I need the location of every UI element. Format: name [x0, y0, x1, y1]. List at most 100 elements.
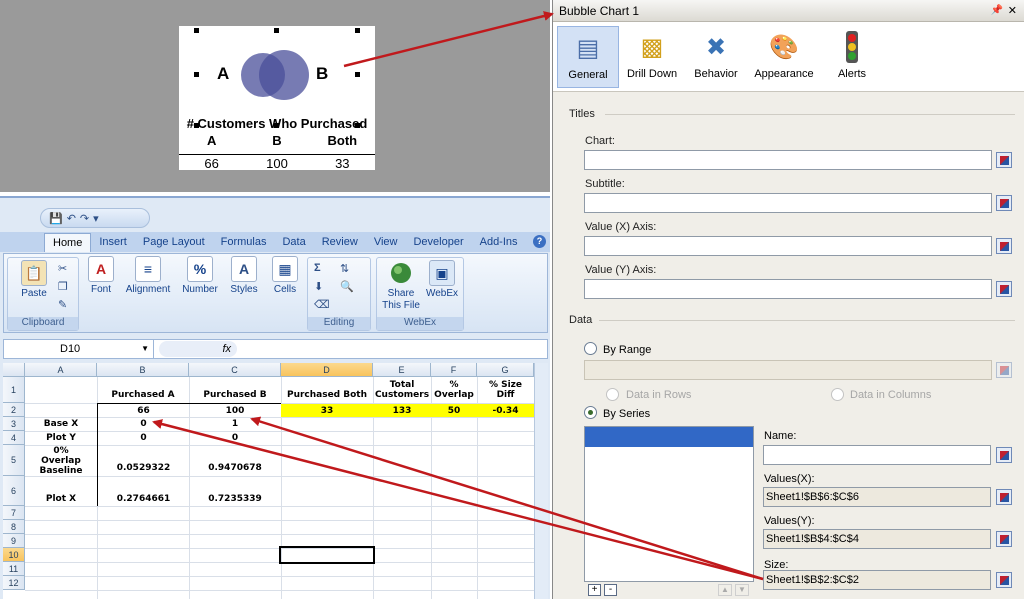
clear-icon[interactable]: ⌫ [314, 298, 330, 311]
cell-b5[interactable]: 0.0529322 [98, 462, 189, 474]
close-icon[interactable]: ✕ [1008, 0, 1017, 22]
cell-a4[interactable]: Plot Y [25, 431, 97, 445]
sort-filter-icon[interactable]: ⇅ [340, 262, 349, 275]
cell-c5[interactable]: 0.9470678 [189, 462, 281, 474]
cell-g2[interactable]: -0.34 [477, 404, 534, 417]
y-axis-input[interactable] [584, 279, 992, 299]
cell-b3[interactable]: 0 [98, 417, 189, 431]
cell-picker-button[interactable] [996, 489, 1012, 505]
row-header-12[interactable]: 12 [3, 576, 25, 590]
cell-picker-button[interactable] [996, 195, 1012, 211]
select-all-corner[interactable] [3, 363, 25, 377]
values-x-input[interactable]: Sheet1!$B$6:$C$6 [763, 487, 991, 507]
fill-icon[interactable]: ⬇ [314, 280, 323, 293]
cell-picker-button[interactable] [996, 447, 1012, 463]
values-y-input[interactable]: Sheet1!$B$4:$C$4 [763, 529, 991, 549]
pin-icon[interactable]: 📌 [991, 0, 1003, 22]
cell-g1[interactable]: % Size Diff [477, 377, 534, 403]
by-series-radio[interactable] [584, 406, 597, 419]
data-in-rows-radio[interactable] [606, 388, 619, 401]
sum-icon[interactable]: Σ [314, 262, 321, 274]
styles-button[interactable]: A Styles [224, 256, 264, 295]
number-button[interactable]: % Number [178, 256, 222, 295]
move-up-icon[interactable]: ▲ [718, 584, 732, 596]
font-button[interactable]: A Font [84, 256, 118, 295]
cell-picker-button[interactable] [996, 238, 1012, 254]
column-header-c[interactable]: C [189, 363, 281, 377]
range-input[interactable] [584, 360, 992, 380]
format-painter-icon[interactable]: ✎ [58, 298, 67, 311]
row-header-8[interactable]: 8 [3, 520, 25, 534]
cell-a6[interactable]: Plot X [25, 492, 97, 505]
tab-alerts[interactable]: Alerts [821, 26, 883, 88]
chevron-down-icon[interactable]: ▼ [141, 340, 149, 358]
cell-b6[interactable]: 0.2764661 [98, 492, 189, 505]
column-header-f[interactable]: F [431, 363, 477, 377]
vertical-scrollbar[interactable] [534, 363, 548, 599]
series-list[interactable] [584, 426, 754, 582]
share-this-file-button[interactable]: Share This File [379, 260, 423, 312]
by-range-radio[interactable] [584, 342, 597, 355]
column-header-d[interactable]: D [281, 363, 373, 377]
data-in-columns-radio[interactable] [831, 388, 844, 401]
row-header-3[interactable]: 3 [3, 417, 25, 431]
cell-e2[interactable]: 133 [373, 404, 431, 417]
remove-series-button[interactable]: - [604, 584, 617, 596]
cell-c2[interactable]: 100 [189, 404, 281, 417]
active-cell-d10[interactable] [279, 546, 375, 564]
tab-view[interactable]: View [366, 233, 406, 252]
tab-page-layout[interactable]: Page Layout [135, 233, 213, 252]
cell-picker-button[interactable] [996, 152, 1012, 168]
tab-behavior[interactable]: ✖ Behavior [685, 26, 747, 88]
cell-c3[interactable]: 1 [189, 417, 281, 431]
cell-a5[interactable]: 0% Overlap Baseline [25, 446, 97, 476]
tab-insert[interactable]: Insert [91, 233, 135, 252]
tab-formulas[interactable]: Formulas [213, 233, 275, 252]
cell-picker-button[interactable] [996, 362, 1012, 378]
column-header-b[interactable]: B [97, 363, 189, 377]
size-input[interactable]: Sheet1!$B$2:$C$2 [763, 570, 991, 590]
add-series-button[interactable]: + [588, 584, 601, 596]
save-icon[interactable]: 💾 [49, 212, 63, 225]
column-header-e[interactable]: E [373, 363, 431, 377]
cell-f1[interactable]: % Overlap [431, 377, 477, 403]
row-header-10[interactable]: 10 [3, 548, 25, 562]
cell-c6[interactable]: 0.7235339 [189, 492, 281, 505]
tab-drill-down[interactable]: ▩ Drill Down [621, 26, 683, 88]
tab-data[interactable]: Data [274, 233, 313, 252]
customize-icon[interactable]: ▾ [93, 212, 99, 225]
row-header-5[interactable]: 5 [3, 445, 25, 476]
paste-button[interactable]: 📋 Paste [14, 260, 54, 299]
tab-add-ins[interactable]: Add-Ins [472, 233, 526, 252]
alignment-button[interactable]: ≡ Alignment [122, 256, 174, 295]
row-header-11[interactable]: 11 [3, 562, 25, 576]
row-header-6[interactable]: 6 [3, 476, 25, 506]
find-icon[interactable]: 🔍 [340, 280, 354, 293]
row-header-2[interactable]: 2 [3, 403, 25, 417]
cut-icon[interactable]: ✂ [58, 262, 67, 275]
tab-appearance[interactable]: 🎨 Appearance [753, 26, 815, 88]
tab-general[interactable]: ▤ General [557, 26, 619, 88]
venn-chart[interactable]: A B # Customers Who Purchased A B Both 6… [179, 26, 375, 171]
cell-c4[interactable]: 0 [189, 431, 281, 445]
cell-f2[interactable]: 50 [431, 404, 477, 417]
cell-picker-button[interactable] [996, 531, 1012, 547]
tab-developer[interactable]: Developer [405, 233, 471, 252]
cell-d2[interactable]: 33 [281, 404, 373, 417]
x-axis-input[interactable] [584, 236, 992, 256]
tab-home[interactable]: Home [44, 233, 92, 252]
spreadsheet-grid[interactable]: A B C D E F G 1 2 3 4 5 6 7 8 9 10 11 12 [3, 363, 548, 599]
help-icon[interactable]: ? [533, 235, 546, 248]
column-header-a[interactable]: A [25, 363, 97, 377]
cell-b2[interactable]: 66 [98, 404, 189, 417]
series-name-input[interactable] [763, 445, 991, 465]
tab-review[interactable]: Review [314, 233, 366, 252]
cell-picker-button[interactable] [996, 281, 1012, 297]
series-list-item-selected[interactable] [585, 427, 753, 447]
column-header-g[interactable]: G [477, 363, 534, 377]
name-box[interactable]: D10 ▼ [4, 340, 154, 358]
cells-button[interactable]: ▦ Cells [266, 256, 304, 295]
copy-icon[interactable]: ❐ [58, 280, 68, 293]
cell-c1[interactable]: Purchased B [189, 387, 281, 403]
chart-title-input[interactable] [584, 150, 992, 170]
